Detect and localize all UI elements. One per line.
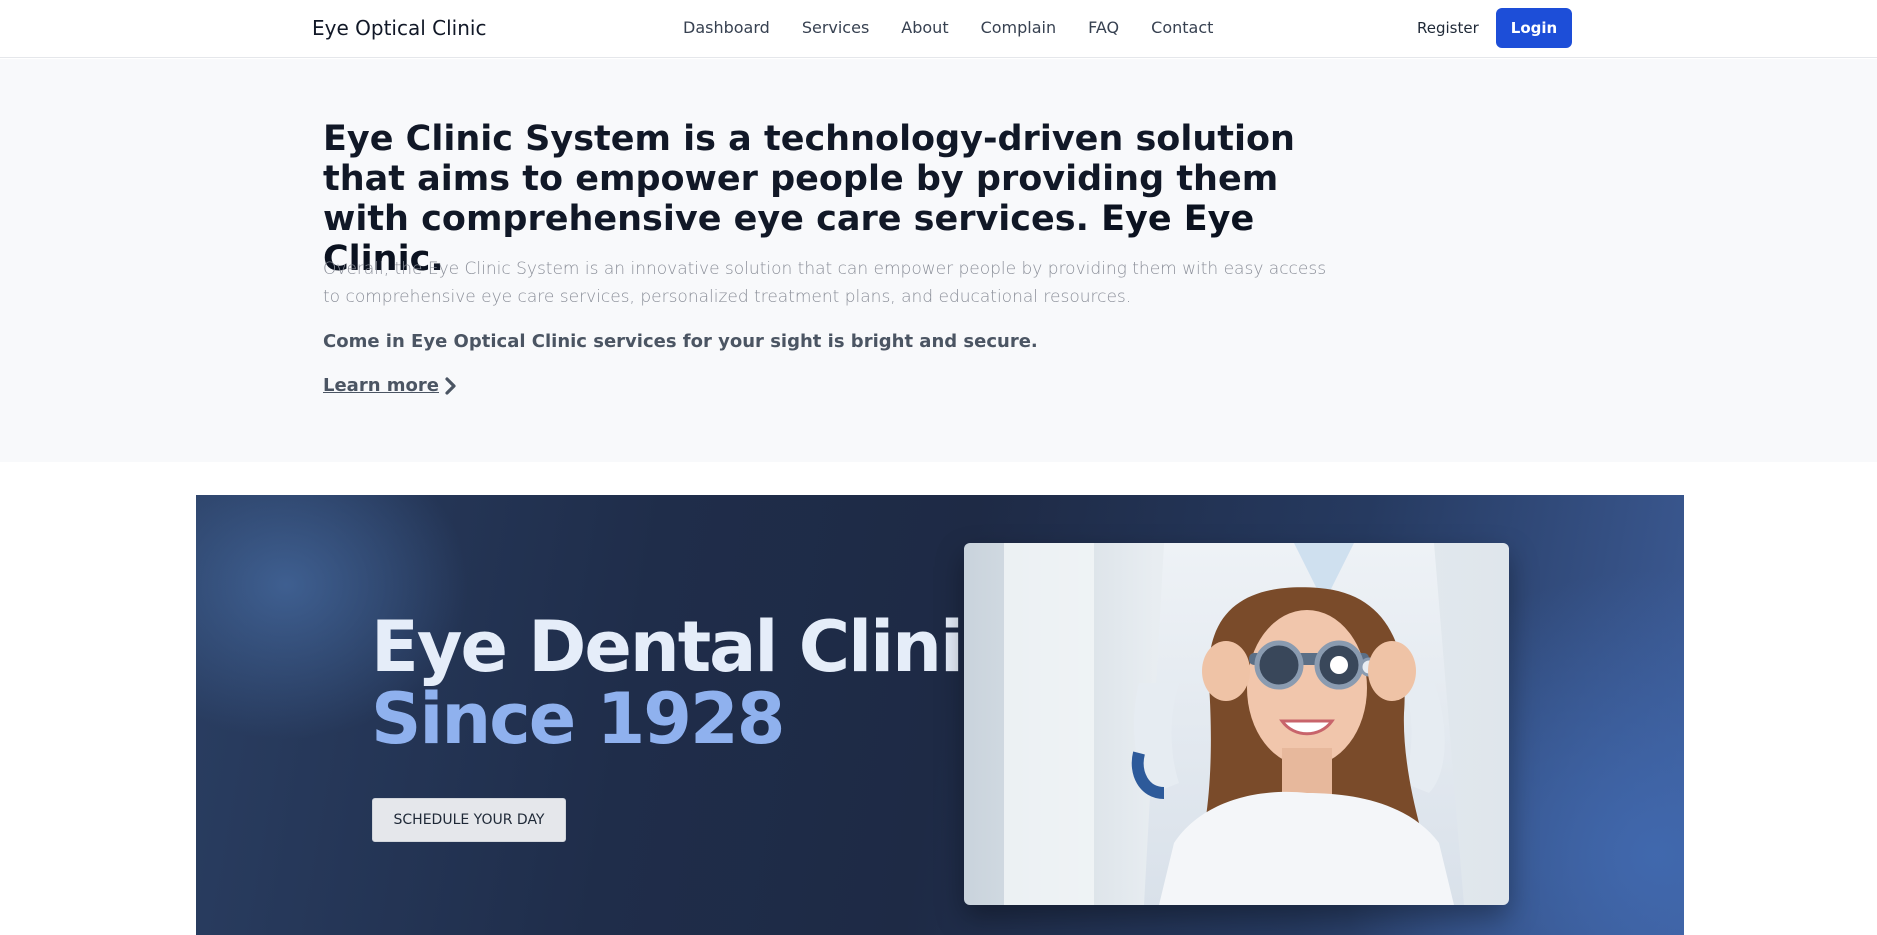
chevron-right-icon (445, 376, 456, 395)
hero-description: Overall, the Eye Clinic System is an inn… (323, 259, 1327, 307)
top-navbar: Eye Optical Clinic Dashboard Services Ab… (0, 0, 1877, 58)
nav-contact[interactable]: Contact (1151, 18, 1213, 37)
nav-about[interactable]: About (901, 18, 948, 37)
schedule-button[interactable]: SCHEDULE YOUR DAY (372, 798, 566, 842)
banner-title: Eye Dental Clinic (371, 606, 1003, 688)
patient-with-trial-frame-photo (964, 543, 1509, 905)
nav-faq[interactable]: FAQ (1088, 18, 1119, 37)
main-nav: Dashboard Services About Complain FAQ Co… (683, 18, 1213, 37)
nav-services[interactable]: Services (802, 18, 869, 37)
register-link[interactable]: Register (1417, 19, 1479, 37)
learn-more-link[interactable]: Learn more (323, 375, 457, 396)
hero-tagline: Come in Eye Optical Clinic services for … (323, 331, 1038, 352)
banner-subtitle: Since 1928 (371, 678, 785, 760)
nav-complain[interactable]: Complain (981, 18, 1057, 37)
brand-logo-text[interactable]: Eye Optical Clinic (312, 16, 486, 40)
nav-dashboard[interactable]: Dashboard (683, 18, 770, 37)
promo-banner: Eye Dental Clinic Since 1928 SCHEDULE YO… (196, 495, 1684, 935)
learn-more-label: Learn more (323, 375, 439, 396)
hero-section: Eye Clinic System is a technology-driven… (0, 59, 1877, 462)
login-button[interactable]: Login (1496, 8, 1572, 48)
